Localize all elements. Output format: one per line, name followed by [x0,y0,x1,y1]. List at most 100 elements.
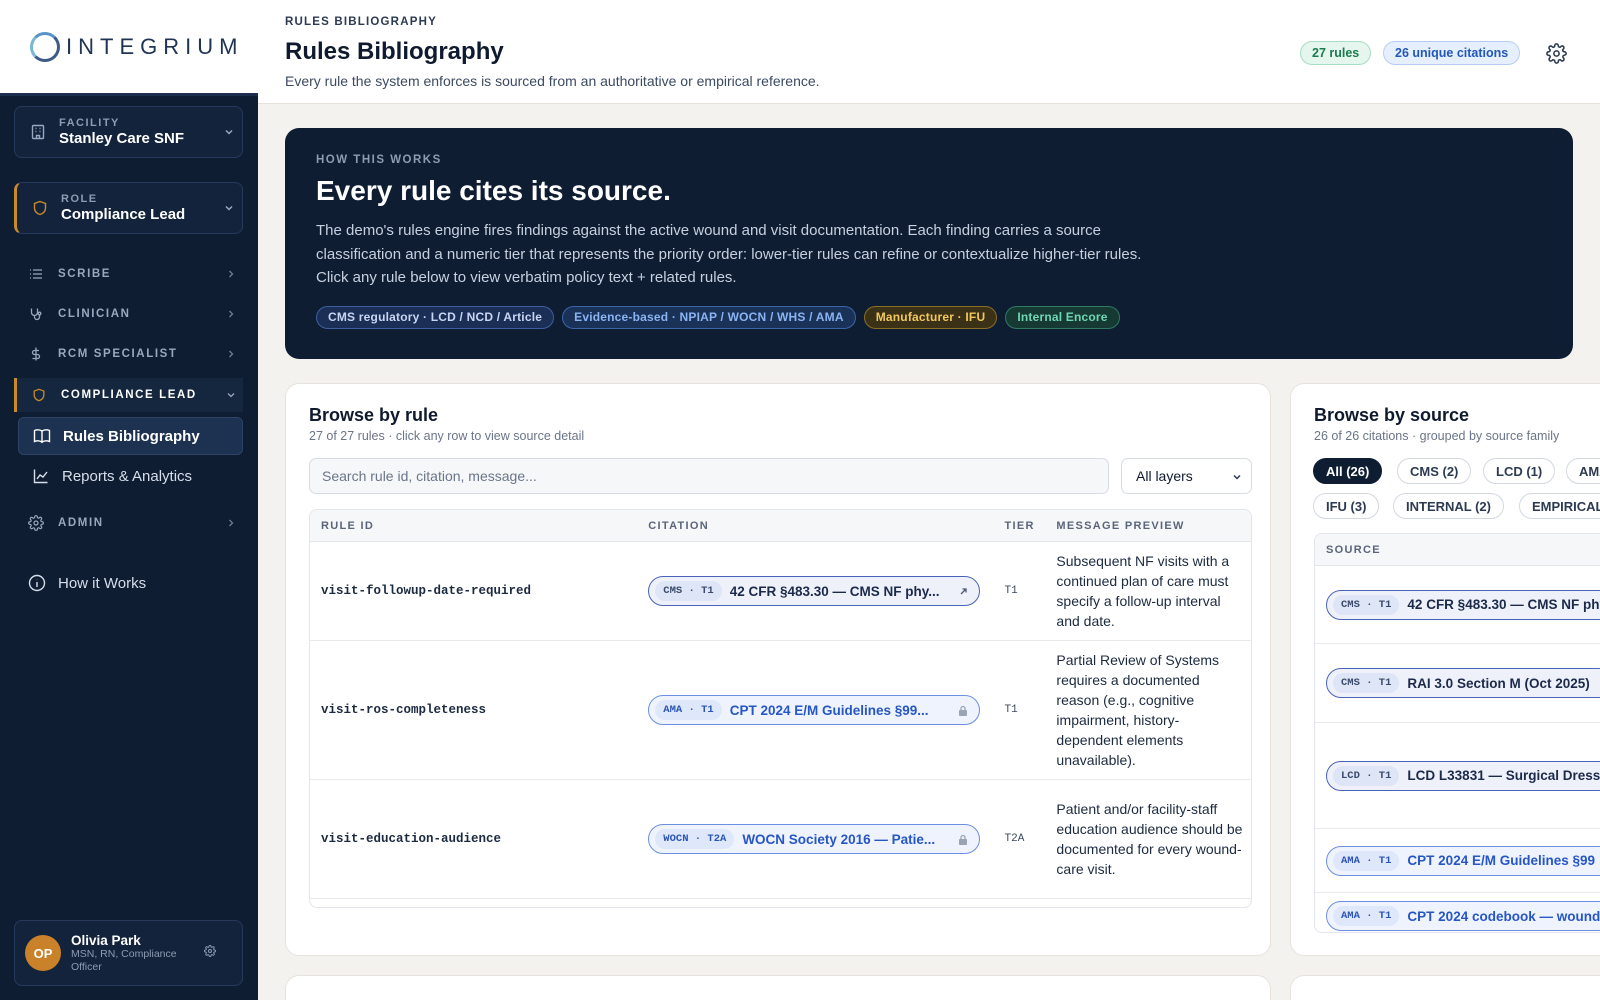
table-row[interactable]: visit-education-audience WOCN · T2A WOCN… [310,780,1251,899]
nav-reports-analytics[interactable]: Reports & Analytics [18,457,243,495]
nav-how-it-works-label: How it Works [58,574,147,592]
nav-admin[interactable]: ADMIN [14,507,243,539]
source-tier-badge: CMS · T1 [1333,594,1400,615]
logo-mark-icon [30,31,60,62]
legend-tag-evidence: Evidence-based · NPIAP / WOCN / WHS / AM… [562,305,856,329]
user-settings-gear-icon[interactable] [204,944,216,962]
chevron-right-icon [219,518,243,528]
rule-search-input[interactable] [309,458,1109,494]
breadcrumb: RULES BIBLIOGRAPHY [285,16,437,28]
chevron-down-icon [219,390,243,400]
book-icon [33,427,51,445]
layer-select-value: All layers [1136,468,1193,484]
facility-selector[interactable]: FACILITY Stanley Care SNF [14,106,243,158]
table-row[interactable]: visit-followup-date-required CMS · T1 42… [310,542,1251,641]
source-tier-badge: CMS · T1 [1333,673,1400,693]
filter-chip-internal[interactable]: INTERNAL (2) [1393,493,1504,519]
nav-how-it-works[interactable]: How it Works [14,564,239,602]
citation-chip[interactable]: CMS · T1 RAI 3.0 Section M (Oct 2025) [1326,668,1600,698]
col-message-preview[interactable]: MESSAGE PREVIEW [1056,520,1251,532]
citation-text: 42 CFR §483.30 — CMS NF phy [1407,597,1600,612]
nav-compliance-lead[interactable]: COMPLIANCE LEAD [14,378,243,412]
citation-chip[interactable]: AMA · T1 CPT 2024 E/M Guidelines §99... [648,695,981,725]
building-icon [29,123,47,141]
nav-rules-bibliography[interactable]: Rules Bibliography [18,417,243,455]
chevron-right-icon [219,349,243,359]
browse-source-title: Browse by source [1314,405,1470,425]
rules-count-badge: 27 rules [1300,41,1372,65]
nav-clinician[interactable]: CLINICIAN [14,298,243,330]
citation-chip[interactable]: AMA · T1 CPT 2024 E/M Guidelines §99 [1326,845,1600,876]
next-source-panel [1290,975,1600,1000]
chevron-down-icon [216,202,242,214]
table-row[interactable]: visit-ros-completeness AMA · T1 CPT 2024… [310,641,1251,780]
legend-tag-manufacturer: Manufacturer · IFU [863,305,998,329]
list-icon [28,266,44,282]
shield-icon [31,387,47,403]
user-profile-card[interactable]: OP Olivia Park MSN, RN, Compliance Offic… [14,920,243,986]
citation-chip[interactable]: LCD · T1 LCD L33831 — Surgical Dress [1326,760,1600,791]
chart-line-icon [32,467,50,485]
tier-value: T1 [1004,585,1018,597]
col-rule-id[interactable]: RULE ID [310,520,648,532]
info-icon [28,574,46,592]
nav-rcm-label: RCM SPECIALIST [58,348,178,360]
sources-table: SOURCE CMS · T1 42 CFR §483.30 — CMS NF … [1314,533,1600,933]
filter-chip-cms[interactable]: CMS (2) [1397,458,1472,484]
browse-source-subtitle: 26 of 26 citations · grouped by source f… [1314,429,1560,443]
layer-select[interactable]: All layers [1121,458,1252,494]
rule-id: visit-ros-completeness [321,703,487,717]
source-row[interactable]: AMA · T1 CPT 2024 E/M Guidelines §99 [1315,829,1600,893]
nav-clinician-label: CLINICIAN [58,308,131,320]
logo[interactable]: INTEGRIUM [0,0,258,96]
filter-chip-lcd[interactable]: LCD (1) [1483,458,1556,484]
nav-rcm-specialist[interactable]: RCM SPECIALIST [14,338,243,370]
rules-table: RULE ID CITATION TIER MESSAGE PREVIEW vi… [309,509,1252,908]
filter-chip-ifu[interactable]: IFU (3) [1313,493,1380,519]
citation-chip[interactable]: WOCN · T2A WOCN Society 2016 — Patie... [648,824,981,854]
source-legend: CMS regulatory · LCD / NCD / Article Evi… [316,305,1542,329]
lock-icon [957,834,969,845]
facility-value: Stanley Care SNF [59,130,185,147]
source-row[interactable]: AMA · T1 CPT 2024 codebook — wound [1315,893,1600,932]
dollar-icon [28,346,44,362]
source-tier-badge: AMA · T1 [1333,906,1400,926]
how-this-works-banner: HOW THIS WORKS Every rule cites its sour… [285,128,1573,359]
nav-compliance-label: COMPLIANCE LEAD [61,389,197,401]
tier-value: T2A [1004,833,1025,845]
avatar: OP [25,935,61,971]
source-row[interactable]: CMS · T1 42 CFR §483.30 — CMS NF phy [1315,566,1600,644]
citation-text: CPT 2024 E/M Guidelines §99... [729,702,929,718]
citation-chip[interactable]: CMS · T1 42 CFR §483.30 — CMS NF phy [1326,589,1600,620]
gear-icon [28,515,44,531]
filter-chip-empirical[interactable]: EMPIRICAL [1519,493,1600,519]
nav-scribe[interactable]: SCRIBE [14,258,243,290]
nav-reports-label: Reports & Analytics [62,467,193,485]
filter-chip-all[interactable]: All (26) [1313,458,1383,484]
citation-chip[interactable]: AMA · T1 CPT 2024 codebook — wound [1326,901,1600,931]
source-row[interactable]: LCD · T1 LCD L33831 — Surgical Dress [1315,723,1600,829]
tier-value: T1 [1004,704,1018,716]
settings-button[interactable] [1543,40,1569,66]
nav-admin-label: ADMIN [58,517,104,529]
user-credentials: MSN, RN, Compliance Officer [71,947,177,973]
col-tier[interactable]: TIER [1005,520,1057,532]
gear-icon [1545,42,1567,64]
filter-chip-ama[interactable]: AMA [1566,458,1600,484]
external-link-icon [957,587,969,596]
rule-id: visit-followup-date-required [321,584,532,598]
col-citation[interactable]: CITATION [648,520,1004,532]
rules-table-header: RULE ID CITATION TIER MESSAGE PREVIEW [310,510,1251,542]
nav-rules-bibliography-label: Rules Bibliography [63,427,200,445]
source-tier-badge: AMA · T1 [655,700,722,720]
source-row[interactable]: CMS · T1 RAI 3.0 Section M (Oct 2025) [1315,644,1600,723]
citation-chip[interactable]: CMS · T1 42 CFR §483.30 — CMS NF phy... [648,576,981,606]
rule-id: visit-education-audience [321,832,502,846]
source-tier-badge: AMA · T1 [1333,850,1400,871]
page-title: Rules Bibliography [285,38,504,65]
sidebar: INTEGRIUM FACILITY Stanley Care SNF ROLE… [0,0,258,1000]
citation-text: RAI 3.0 Section M (Oct 2025) [1407,675,1590,691]
chevron-right-icon [219,309,243,319]
role-selector[interactable]: ROLE Compliance Lead [14,182,243,234]
message-preview: Partial Review of Systems requires a doc… [1056,652,1220,768]
